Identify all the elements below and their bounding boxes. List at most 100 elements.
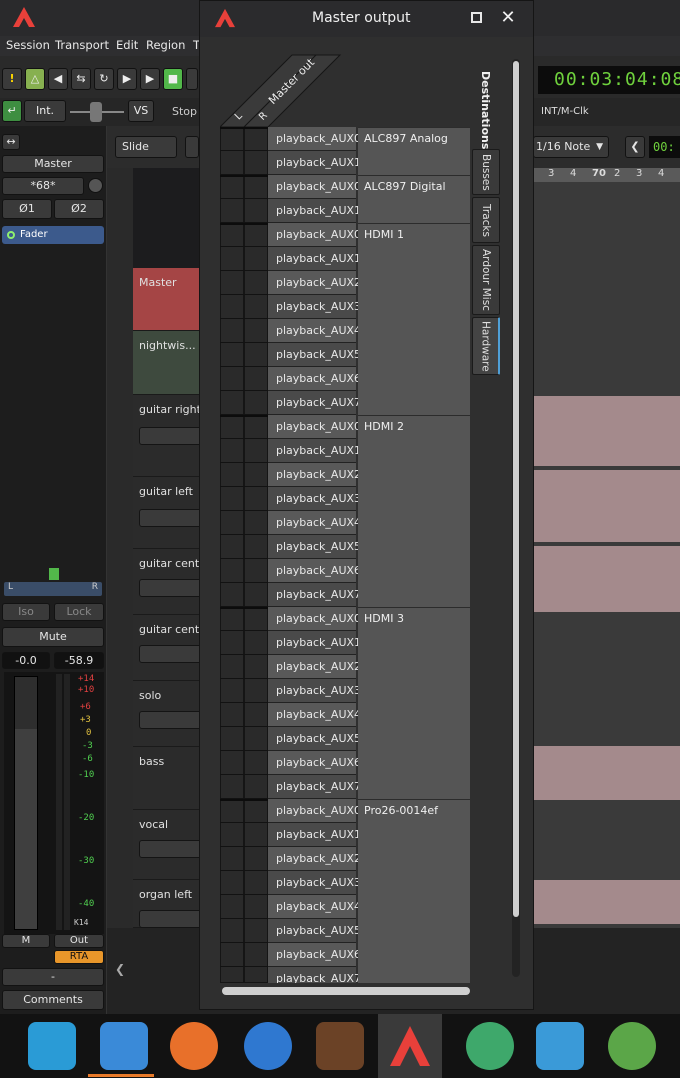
comments-button[interactable]: Comments [2,990,104,1010]
int-button[interactable]: Int. [24,100,66,122]
tab-busses[interactable]: Busses [472,149,500,195]
primary-clock[interactable]: 00:03:04:08 [538,66,680,94]
maximize-icon[interactable] [471,12,482,23]
track-row[interactable]: organ left [133,880,208,928]
menu-transport[interactable]: Transport [55,38,109,52]
vs-button[interactable]: VS [128,100,154,122]
goto-start-button[interactable]: ◀ [48,68,68,90]
meter-point-button[interactable]: M [2,934,50,948]
chevron-left-icon[interactable]: ❮ [115,962,125,976]
track-row[interactable]: solo [133,681,208,747]
iso-button[interactable]: Iso [2,603,50,621]
play-button[interactable]: ▶ [140,68,160,90]
processor-fader-label: Fader [20,229,48,240]
phase2-button[interactable]: Ø2 [54,199,104,219]
ardour-app-icon[interactable] [386,1022,434,1070]
audio-region[interactable] [534,880,680,924]
track-name: guitar cente [139,557,206,570]
metronome-button[interactable]: △ [25,68,45,90]
peak-display[interactable]: -58.9 [54,652,104,669]
track-row[interactable]: guitar cente [133,615,208,681]
vertical-scrollbar[interactable] [512,59,520,977]
patchage-app-icon[interactable] [316,1022,364,1070]
menu-region[interactable]: Region [146,38,185,52]
track-row[interactable]: vocal [133,810,208,880]
trim-knob[interactable] [88,178,103,193]
port-label: playback_AUX1 [268,439,361,463]
chevron-left-icon[interactable]: ❮ [625,136,645,158]
edit-mode-value: Slide [122,140,149,153]
strip-name-button[interactable]: Master [2,155,104,173]
track-master[interactable]: Master [133,268,208,331]
vertical-scrollbar-thumb[interactable] [513,61,519,917]
vpn-app-icon[interactable] [466,1022,514,1070]
record-button[interactable] [186,68,198,90]
matrix-row-divider [220,558,268,559]
meter-scale-label: -6 [82,754,93,764]
settings-app-icon[interactable] [28,1022,76,1070]
goto-end-button[interactable]: ▶ [117,68,137,90]
gain-fader[interactable] [14,676,38,930]
edit-mode-dropdown[interactable]: Slide [115,136,177,158]
track-control[interactable] [139,427,203,445]
port-label: playback_AUX5 [268,919,361,943]
width-toggle-icon[interactable]: ↔ [2,134,20,150]
track-control[interactable] [139,840,203,858]
output-button[interactable]: Out [54,934,104,948]
tab-ardour-misc[interactable]: Ardour Misc [472,245,500,315]
bar-ruler[interactable]: 3 4 70 2 3 4 [534,168,680,182]
return-icon[interactable]: ↵ [2,100,22,122]
track-row[interactable]: bass [133,747,208,810]
track-control[interactable] [139,711,203,729]
audio-region[interactable] [534,546,680,612]
close-icon[interactable]: ✕ [498,7,518,29]
track-row[interactable]: nightwis... [133,331,208,395]
mute-button[interactable]: Mute [2,627,104,647]
device-label: HDMI 3 [358,607,470,799]
files-app-icon[interactable] [100,1022,148,1070]
processor-fader[interactable]: Fader [2,226,104,244]
track-control[interactable] [139,645,203,663]
dash-button[interactable]: - [2,968,104,986]
menu-session[interactable]: Session [6,38,50,52]
panner[interactable]: L R [4,568,102,596]
track-row[interactable]: guitar right [133,395,208,477]
shuttle-handle[interactable] [90,102,102,122]
tweaks-app-icon[interactable] [608,1022,656,1070]
stop-label: Stop [172,105,198,118]
tab-tracks[interactable]: Tracks [472,197,500,243]
rta-button[interactable]: RTA [54,950,104,964]
dialog-titlebar[interactable]: Master output ✕ [200,1,533,37]
horizontal-scrollbar[interactable] [222,987,470,995]
grid-value: 1/16 Note [536,140,591,153]
matrix-column-r[interactable] [244,127,268,983]
thunderbird-app-icon[interactable] [244,1022,292,1070]
grid-dropdown[interactable]: 1/16 Note ▼ [533,136,609,158]
audio-region[interactable] [534,746,680,800]
stop-button[interactable]: ■ [163,68,183,90]
audio-region[interactable] [534,470,680,542]
lock-button[interactable]: Lock [54,603,104,621]
track-control[interactable] [139,509,203,527]
matrix-column-l[interactable] [220,127,244,983]
sync-label[interactable]: INT/M-Clk [541,106,589,117]
meter-type-label: K14 [74,918,89,927]
store-app-icon[interactable] [536,1022,584,1070]
loop-button[interactable]: ↻ [94,68,114,90]
loop-toggle-button[interactable]: ⇆ [71,68,91,90]
input-button[interactable]: *68* [2,177,84,195]
phase1-button[interactable]: Ø1 [2,199,52,219]
track-row[interactable]: guitar cente [133,549,208,615]
pan-position-marker [49,568,59,580]
menu-edit[interactable]: Edit [116,38,138,52]
edit-point-dropdown[interactable] [185,136,199,158]
audio-region[interactable] [534,396,680,466]
tab-hardware[interactable]: Hardware [472,317,500,375]
track-control[interactable] [139,579,203,597]
track-control[interactable] [139,910,203,928]
track-row[interactable]: guitar left [133,477,208,549]
gain-display[interactable]: -0.0 [2,652,50,669]
alert-button[interactable]: ! [2,68,22,90]
secondary-clock[interactable]: 00: [649,136,680,158]
firefox-app-icon[interactable] [170,1022,218,1070]
